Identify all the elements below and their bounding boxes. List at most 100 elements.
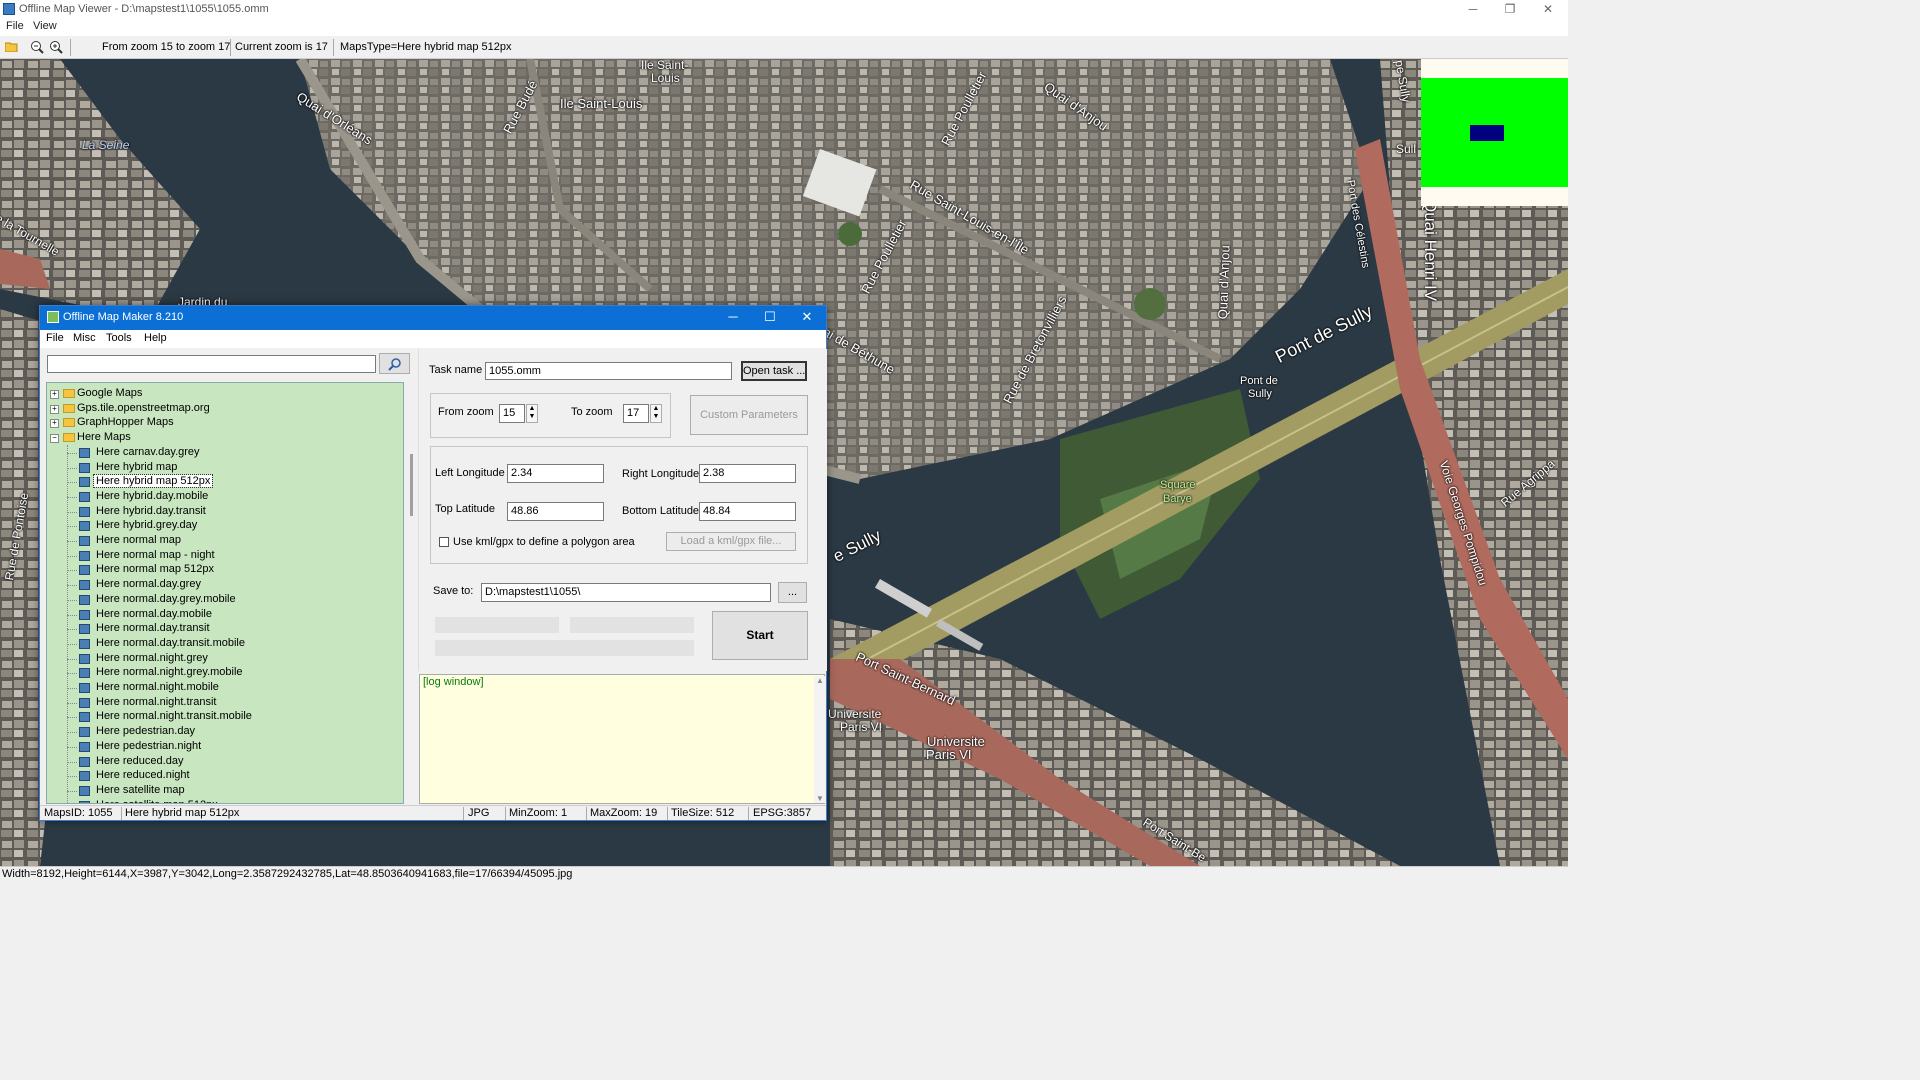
map-label-pont-sully-small: Pont de bbox=[1240, 375, 1278, 387]
tree-map-item[interactable]: Here carnav.day.grey bbox=[47, 446, 397, 460]
dialog-menu-help[interactable]: Help bbox=[144, 332, 167, 344]
save-to-input[interactable]: D:\mapstest1\1055\ bbox=[481, 583, 771, 602]
tree-map-item[interactable]: Here normal.day.grey.mobile bbox=[47, 593, 397, 607]
tree-map-item[interactable]: Here reduced.day bbox=[47, 755, 397, 769]
browse-button[interactable]: ... bbox=[778, 582, 807, 603]
tree-scrollbar[interactable] bbox=[410, 454, 413, 516]
map-source-icon bbox=[79, 491, 90, 502]
top-latitude-input[interactable]: 48.86 bbox=[507, 502, 604, 521]
tree-map-item[interactable]: Here hybrid.day.mobile bbox=[47, 490, 397, 504]
minimap-viewport-marker[interactable] bbox=[1470, 125, 1504, 141]
tree-map-item[interactable]: Here pedestrian.day bbox=[47, 725, 397, 739]
task-name-input[interactable]: 1055.omm bbox=[485, 362, 732, 380]
tree-folder[interactable]: − Here Maps bbox=[47, 431, 397, 445]
map-source-icon bbox=[79, 624, 90, 635]
tree-map-item-label: Here normal map bbox=[96, 534, 181, 546]
map-label-la-seine: La Seine bbox=[82, 138, 130, 152]
to-zoom-spinner[interactable]: ▲ ▼ bbox=[650, 404, 662, 423]
tree-map-item[interactable]: Here normal.night.transit bbox=[47, 696, 397, 710]
tree-map-item[interactable]: Here normal map - night bbox=[47, 549, 397, 563]
task-name-label: Task name bbox=[429, 364, 483, 376]
open-folder-icon[interactable] bbox=[4, 41, 18, 53]
menu-view[interactable]: View bbox=[33, 20, 57, 32]
tree-map-item[interactable]: Here normal.night.mobile bbox=[47, 681, 397, 695]
tree-map-item[interactable]: Here normal.day.transit bbox=[47, 622, 397, 636]
tree-folder[interactable]: + Google Maps bbox=[47, 387, 397, 401]
folder-icon bbox=[63, 418, 75, 428]
tree-map-item[interactable]: Here hybrid map bbox=[47, 461, 397, 475]
tree-map-item[interactable]: Here normal.day.grey bbox=[47, 578, 397, 592]
minimap-area[interactable] bbox=[1421, 78, 1568, 187]
tree-map-item-label: Here reduced.night bbox=[96, 769, 190, 782]
tree-map-item[interactable]: Here hybrid.day.transit bbox=[47, 505, 397, 519]
tree-expand-icon[interactable]: + bbox=[50, 419, 59, 429]
bottom-latitude-input[interactable]: 48.84 bbox=[699, 502, 796, 521]
map-source-icon bbox=[79, 521, 90, 532]
load-kml-button[interactable]: Load a kml/gpx file... bbox=[666, 532, 796, 551]
map-label-quai-henri: Quai Henri IV bbox=[1421, 199, 1440, 302]
zoom-in-icon[interactable] bbox=[49, 40, 63, 54]
map-source-tree[interactable]: + Google Maps + Gps.tile.openstreetmap.org +… bbox=[46, 382, 404, 804]
save-to-label: Save to: bbox=[433, 585, 474, 597]
dialog-menu-tools[interactable]: Tools bbox=[106, 332, 132, 344]
log-scrollbar[interactable]: ▲ ▼ bbox=[814, 676, 825, 803]
close-button[interactable]: ✕ bbox=[1530, 0, 1566, 19]
dialog-close-button[interactable]: ✕ bbox=[789, 306, 825, 330]
tree-map-item[interactable]: Here normal.night.grey bbox=[47, 652, 397, 666]
map-source-icon bbox=[79, 653, 90, 664]
tree-folder-label: Gps.tile.openstreetmap.org bbox=[77, 401, 210, 414]
tree-map-item[interactable]: Here satellite map 512px bbox=[47, 799, 397, 803]
dialog-maximize-button[interactable]: ☐ bbox=[752, 306, 788, 330]
progress-bar-1 bbox=[435, 617, 559, 633]
restore-button[interactable]: ❐ bbox=[1492, 0, 1528, 19]
tree-map-item[interactable]: Here normal.night.grey.mobile bbox=[47, 666, 397, 680]
zoom-out-icon[interactable] bbox=[30, 40, 44, 54]
map-label-ile-saint-louis: Ile Saint-Louis bbox=[560, 96, 643, 111]
tree-expand-icon[interactable]: − bbox=[50, 434, 59, 444]
tree-folder[interactable]: + GraphHopper Maps bbox=[47, 416, 397, 430]
map-label-quai-anjou2: Quai d'Anjou bbox=[1215, 244, 1233, 320]
dialog-minimize-button[interactable]: ─ bbox=[715, 306, 751, 330]
tree-map-item-label: Here carnav.day.grey bbox=[96, 445, 200, 458]
tree-map-item[interactable]: Here satellite map bbox=[47, 784, 397, 798]
map-search-input[interactable] bbox=[47, 355, 376, 373]
map-label-ile-top2: Louis bbox=[651, 71, 680, 85]
from-zoom-spinner[interactable]: ▲ ▼ bbox=[526, 404, 538, 423]
tree-map-item[interactable]: Here normal.night.transit.mobile bbox=[47, 710, 397, 724]
search-button[interactable] bbox=[379, 353, 410, 374]
dialog-menu-file[interactable]: File bbox=[46, 332, 64, 344]
minimize-button[interactable]: ─ bbox=[1455, 0, 1491, 19]
log-window[interactable]: [log window] bbox=[419, 674, 825, 804]
open-task-button[interactable]: Open task ... bbox=[741, 361, 807, 381]
map-label-sull: Sull bbox=[1396, 142, 1417, 156]
tree-folder[interactable]: + Gps.tile.openstreetmap.org bbox=[47, 402, 397, 416]
tree-map-item-label: Here normal.day.transit.mobile bbox=[96, 636, 245, 649]
tree-map-item[interactable]: Here hybrid map 512px bbox=[47, 474, 397, 489]
from-zoom-input[interactable]: 15 bbox=[499, 404, 525, 423]
map-source-icon bbox=[79, 609, 90, 620]
tree-map-item[interactable]: Here normal.day.mobile bbox=[47, 608, 397, 622]
kml-checkbox-label: Use kml/gpx to define a polygon area bbox=[453, 536, 635, 548]
right-longitude-input[interactable]: 2.38 bbox=[699, 464, 796, 483]
start-button[interactable]: Start bbox=[712, 611, 808, 660]
map-source-icon bbox=[79, 785, 90, 796]
map-source-icon bbox=[79, 506, 90, 517]
tree-expand-icon[interactable]: + bbox=[50, 390, 59, 399]
dialog-title: Offline Map Maker 8.210 bbox=[63, 311, 184, 323]
custom-parameters-button[interactable]: Custom Parameters bbox=[690, 395, 808, 435]
tree-map-item[interactable]: Here normal.day.transit.mobile bbox=[47, 637, 397, 651]
left-longitude-input[interactable]: 2.34 bbox=[507, 464, 604, 483]
tree-map-item[interactable]: Here hybrid.grey.day bbox=[47, 519, 397, 533]
dialog-menu-misc[interactable]: Misc bbox=[73, 332, 96, 344]
menu-file[interactable]: File bbox=[6, 20, 24, 32]
tree-map-item[interactable]: Here reduced.night bbox=[47, 769, 397, 783]
progress-bar-total bbox=[435, 640, 694, 656]
tree-map-item[interactable]: Here normal map 512px bbox=[47, 563, 397, 577]
minimap-panel[interactable] bbox=[1421, 59, 1568, 206]
kml-checkbox[interactable] bbox=[439, 537, 449, 547]
to-zoom-input[interactable]: 17 bbox=[623, 404, 649, 423]
tree-map-item[interactable]: Here pedestrian.night bbox=[47, 740, 397, 754]
tree-expand-icon[interactable]: + bbox=[50, 404, 59, 414]
tree-map-item[interactable]: Here normal map bbox=[47, 534, 397, 548]
tree-map-item-label: Here hybrid.grey.day bbox=[96, 519, 198, 532]
